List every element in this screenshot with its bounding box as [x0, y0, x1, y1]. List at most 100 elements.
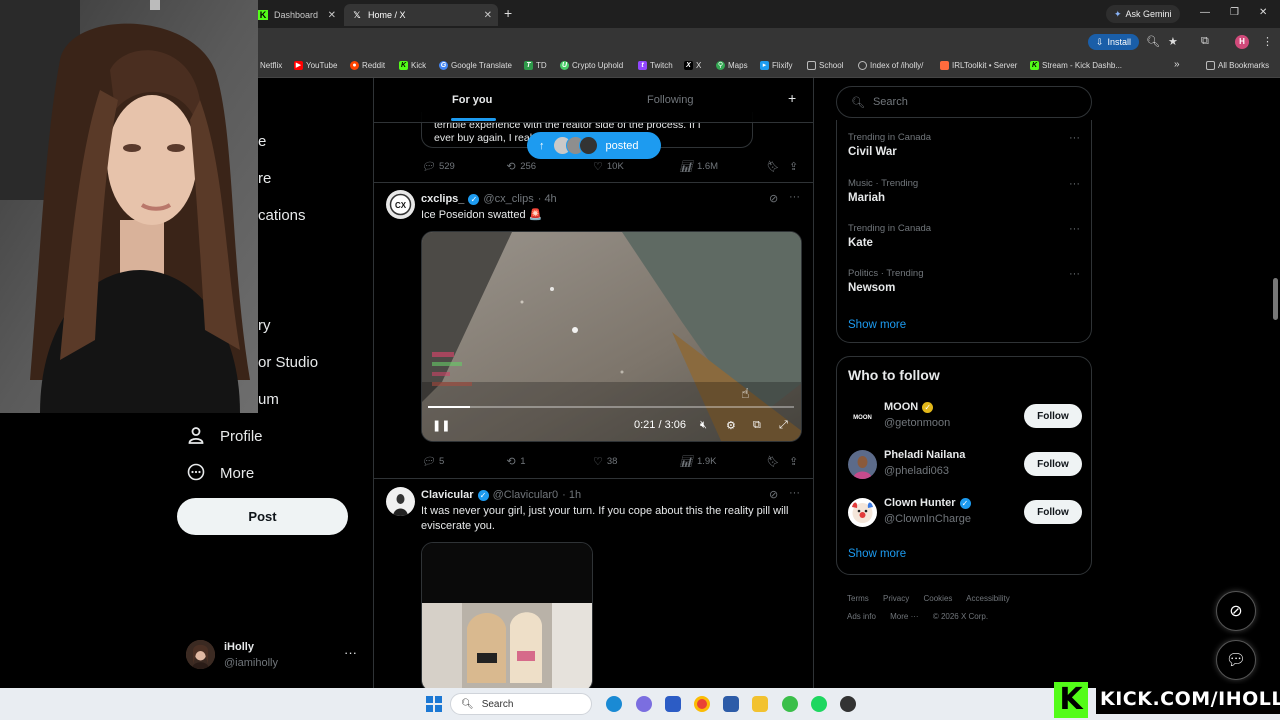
minimize-icon[interactable]: —	[1200, 7, 1210, 18]
bookmark-flixify[interactable]: ▸ Flixify	[760, 61, 792, 70]
follow-suggestion[interactable]: Pheladi Nailana @pheladi063 Follow	[848, 446, 1082, 482]
search-input[interactable]: 🔍︎ Search	[836, 86, 1092, 118]
nav-premium-partial[interactable]: um	[258, 391, 279, 408]
close-icon[interactable]: ✕	[484, 10, 492, 21]
trend-item[interactable]: Music · Trending Mariah ···	[848, 178, 1080, 204]
profile-avatar[interactable]: H	[1235, 35, 1249, 49]
account-menu-icon[interactable]: ···	[344, 645, 357, 660]
share-button[interactable]: ⇪	[789, 160, 798, 173]
reply-button[interactable]: 💬︎ 5	[421, 455, 444, 468]
grok-button[interactable]: ⊘	[1216, 591, 1256, 631]
bookmark-td[interactable]: T TD	[524, 61, 547, 70]
settings-gear-icon[interactable]: ⚙	[726, 419, 736, 432]
post-button[interactable]: Post	[177, 498, 348, 535]
bookmark-maps[interactable]: ⚲ Maps	[716, 61, 748, 70]
fullscreen-icon[interactable]: ⤢	[779, 419, 788, 432]
extensions-icon[interactable]: ⧉	[1201, 35, 1209, 48]
file-explorer-icon[interactable]	[752, 696, 768, 712]
bookmark-youtube[interactable]: ▶ YouTube	[294, 61, 337, 70]
bookmark-index-iholly[interactable]: Index of /iholly/	[858, 61, 923, 70]
spotify-icon[interactable]	[811, 696, 827, 712]
bookmark-kick-dashboard[interactable]: K Stream - Kick Dashb...	[1030, 61, 1122, 70]
obs-icon[interactable]	[840, 696, 856, 712]
nav-explore-partial[interactable]: re	[258, 170, 271, 187]
bookmark-button[interactable]: 🔖︎	[765, 455, 779, 468]
nav-home-partial[interactable]: e	[258, 133, 266, 150]
bookmark-x[interactable]: XX	[684, 61, 701, 70]
trend-item[interactable]: Trending in Canada Civil War ···	[848, 132, 1080, 158]
windows-start-icon[interactable]	[426, 696, 442, 712]
picture-in-picture-icon[interactable]: ⧉	[753, 419, 761, 432]
follow-button[interactable]: Follow	[1024, 452, 1082, 476]
bookmark-irltoolkit[interactable]: IRLToolkit • Server	[940, 61, 1017, 70]
tweet-menu-icon[interactable]: ···	[789, 487, 800, 499]
repost-button[interactable]: ⟲ 1	[507, 455, 526, 468]
footer-accessibility[interactable]: Accessibility	[966, 594, 1010, 603]
trend-item[interactable]: Trending in Canada Kate ···	[848, 223, 1080, 249]
follow-button[interactable]: Follow	[1024, 404, 1082, 428]
footer-terms[interactable]: Terms	[847, 594, 869, 603]
tab-following[interactable]: Following	[647, 94, 693, 106]
nav-grok-partial[interactable]: ry	[258, 317, 271, 334]
trends-show-more[interactable]: Show more	[848, 319, 906, 331]
tweet-time[interactable]: · 4h	[538, 193, 557, 205]
bookmark-twitch[interactable]: t Twitch	[638, 61, 673, 70]
avatar[interactable]: CX	[386, 190, 415, 219]
repost-button[interactable]: ⟲ 256	[507, 160, 536, 173]
close-icon[interactable]: ✕	[328, 10, 336, 21]
views-button[interactable]: 📊︎ 1.9K	[679, 455, 717, 468]
trend-menu-icon[interactable]: ···	[1069, 223, 1080, 235]
bookmark-button[interactable]: 🔖︎	[765, 160, 779, 173]
bookmark-google-translate[interactable]: G Google Translate	[439, 61, 512, 70]
trend-menu-icon[interactable]: ···	[1069, 268, 1080, 280]
page-scrollbar[interactable]	[1273, 278, 1278, 320]
author-name[interactable]: Clavicular	[421, 489, 474, 501]
follow-suggestion[interactable]: MOON MOON ✓ @getonmoon Follow	[848, 398, 1082, 434]
tab-dashboard[interactable]: K Dashboard ✕	[250, 4, 342, 26]
window-close-icon[interactable]: ✕	[1259, 7, 1267, 18]
who-to-follow-show-more[interactable]: Show more	[848, 548, 906, 560]
footer-ads-info[interactable]: Ads info	[847, 612, 876, 621]
bookmark-reddit[interactable]: ● Reddit	[350, 61, 385, 70]
new-posts-pill[interactable]: ↑ posted	[527, 132, 661, 159]
avatar[interactable]	[386, 487, 415, 516]
share-button[interactable]: ⇪	[789, 455, 798, 468]
footer-privacy[interactable]: Privacy	[883, 594, 909, 603]
nav-more[interactable]: More	[186, 463, 254, 483]
video-player[interactable]: ❚❚ 0:21 / 3:06 🔇︎ ⚙ ⧉ ⤢	[421, 231, 802, 442]
ask-gemini-button[interactable]: ✦ Ask Gemini	[1106, 5, 1180, 23]
app-icon[interactable]	[782, 696, 798, 712]
mute-icon[interactable]: 🔇︎	[700, 419, 707, 432]
footer-more[interactable]: More ···	[890, 612, 918, 621]
nav-creator-studio-partial[interactable]: or Studio	[258, 354, 318, 371]
author-handle[interactable]: @Clavicular0	[493, 489, 559, 501]
tab-for-you[interactable]: For you	[452, 94, 492, 106]
edge-icon[interactable]	[606, 696, 622, 712]
author-handle[interactable]: @cx_clips	[483, 193, 533, 205]
tweet-image[interactable]	[421, 542, 593, 688]
footer-cookies[interactable]: Cookies	[923, 594, 952, 603]
maximize-icon[interactable]: ❐	[1230, 7, 1239, 18]
account-switcher[interactable]: iHolly @iamiholly ···	[186, 640, 361, 672]
new-tab-button[interactable]: +	[504, 5, 512, 21]
bookmark-kick[interactable]: K Kick	[399, 61, 426, 70]
follow-button[interactable]: Follow	[1024, 500, 1082, 524]
video-progress-bar[interactable]	[428, 406, 794, 408]
bookmark-star-icon[interactable]: ★	[1168, 35, 1178, 48]
tab-home-x[interactable]: 𝕏 Home / X ✕	[344, 4, 498, 26]
grok-icon[interactable]: ⊘	[769, 488, 778, 501]
bookmarks-overflow-button[interactable]: »	[1174, 59, 1180, 70]
author-name[interactable]: cxclips_	[421, 193, 464, 205]
views-button[interactable]: 📊︎ 1.6M	[679, 160, 718, 173]
tweet-menu-icon[interactable]: ···	[789, 191, 800, 203]
nav-profile[interactable]: Profile	[186, 426, 263, 446]
add-timeline-icon[interactable]: +	[788, 90, 796, 106]
all-bookmarks-button[interactable]: All Bookmarks	[1206, 61, 1269, 70]
follow-suggestion[interactable]: Clown Hunter ✓ @ClownInCharge Follow	[848, 494, 1082, 530]
grok-icon[interactable]: ⊘	[769, 192, 778, 205]
bookmark-netflix[interactable]: Netflix	[260, 61, 282, 70]
browser-menu-icon[interactable]: ⋮	[1262, 35, 1273, 48]
trend-item[interactable]: Politics · Trending Newsom ···	[848, 268, 1080, 294]
bookmark-crypto-uphold[interactable]: U Crypto Uphold	[560, 61, 623, 70]
store-icon[interactable]	[665, 696, 681, 712]
